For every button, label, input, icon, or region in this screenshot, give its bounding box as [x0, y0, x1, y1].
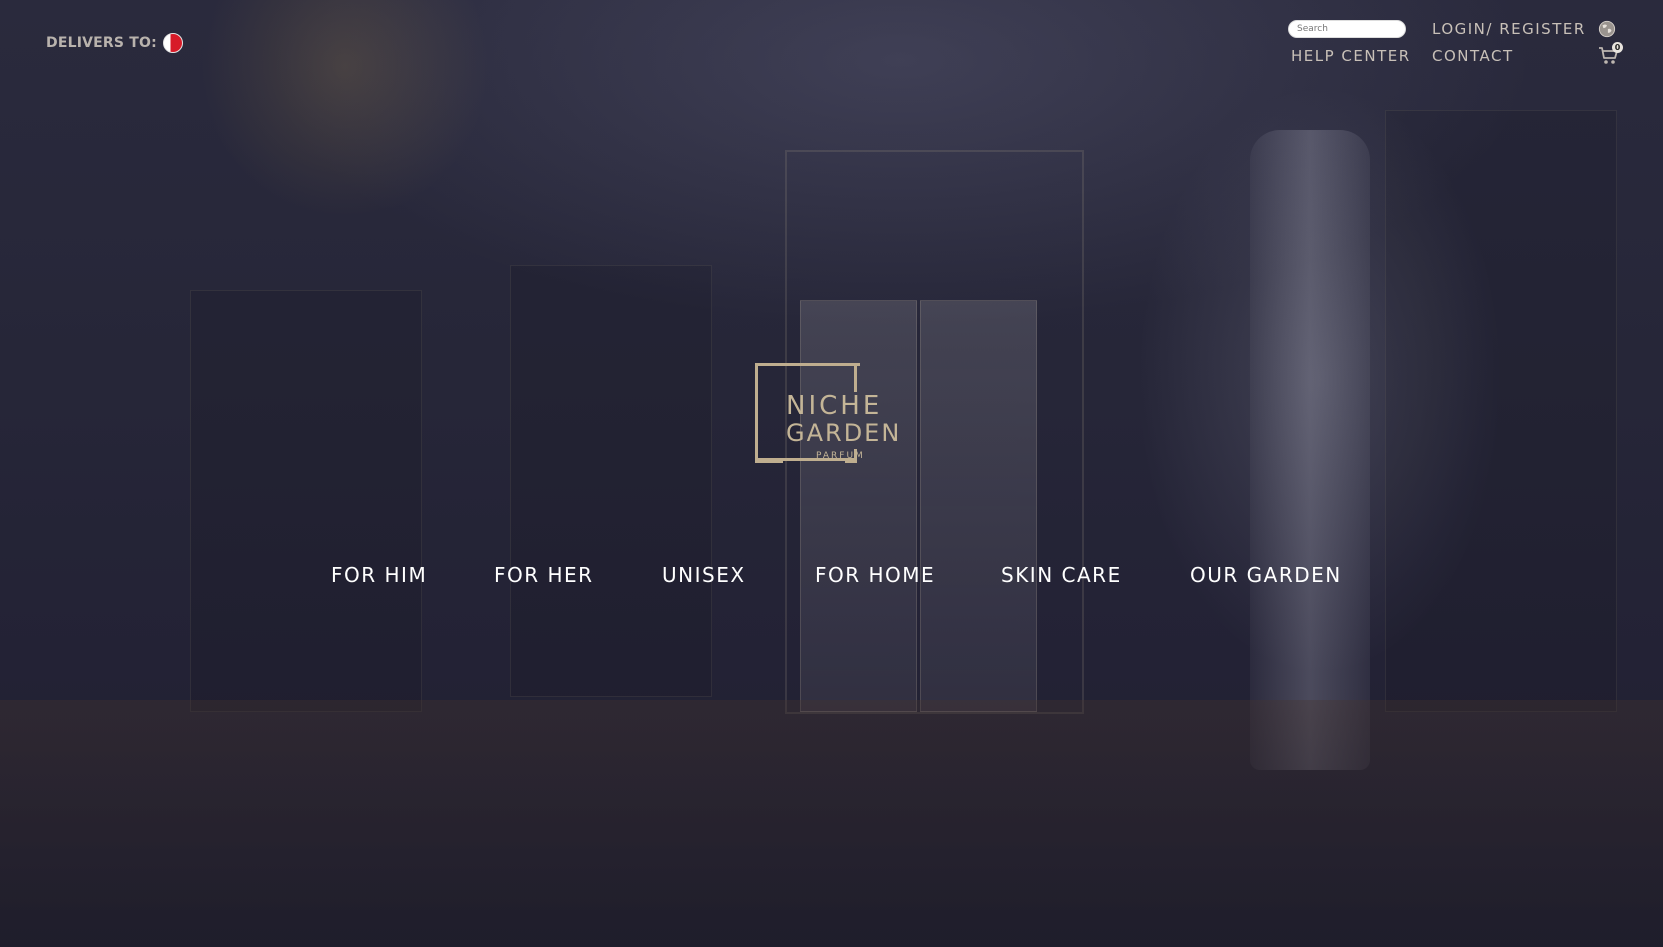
- wall-panel-right: [1385, 110, 1617, 712]
- logo-text-parfum: PARFUM: [816, 451, 865, 461]
- delivers-to[interactable]: DELIVERS TO:: [46, 33, 183, 53]
- room-backdrop: [0, 0, 1663, 947]
- nav-skin-care[interactable]: SKIN CARE: [1001, 563, 1122, 587]
- contact-link[interactable]: CONTACT: [1432, 47, 1514, 65]
- floor: [0, 700, 1663, 947]
- wall-panel-mirror: [510, 265, 712, 697]
- door-right-leaf: [920, 300, 1037, 712]
- nav-for-her[interactable]: FOR HER: [494, 563, 594, 587]
- main-navigation: FOR HIM FOR HER UNISEX FOR HOME SKIN CAR…: [0, 563, 1663, 591]
- delivers-to-label: DELIVERS TO:: [46, 35, 157, 51]
- hero-background: DELIVERS TO: LOGIN/ REGISTER HELP CENTER…: [0, 0, 1663, 947]
- logo-frame-bottom: [755, 460, 783, 463]
- globe-icon[interactable]: [1598, 20, 1616, 38]
- flag-icon[interactable]: [162, 33, 183, 53]
- nav-unisex[interactable]: UNISEX: [662, 563, 746, 587]
- logo-text-niche: NICHE: [786, 391, 883, 421]
- help-center-link[interactable]: HELP CENTER: [1291, 47, 1411, 65]
- brand-logo[interactable]: NICHE GARDEN PARFUM: [755, 363, 907, 463]
- nav-for-home[interactable]: FOR HOME: [815, 563, 935, 587]
- wall-panel-left: [190, 290, 422, 712]
- nav-for-him[interactable]: FOR HIM: [331, 563, 427, 587]
- cart-count-badge: 0: [1612, 42, 1623, 53]
- door-left-leaf: [800, 300, 917, 712]
- chandelier-decoration: [200, 0, 490, 220]
- logo-text-garden: GARDEN: [786, 419, 902, 447]
- search-input[interactable]: [1288, 20, 1406, 38]
- window-curtain: [1250, 130, 1370, 770]
- login-register-link[interactable]: LOGIN/ REGISTER: [1432, 20, 1586, 38]
- nav-our-garden[interactable]: OUR GARDEN: [1190, 563, 1342, 587]
